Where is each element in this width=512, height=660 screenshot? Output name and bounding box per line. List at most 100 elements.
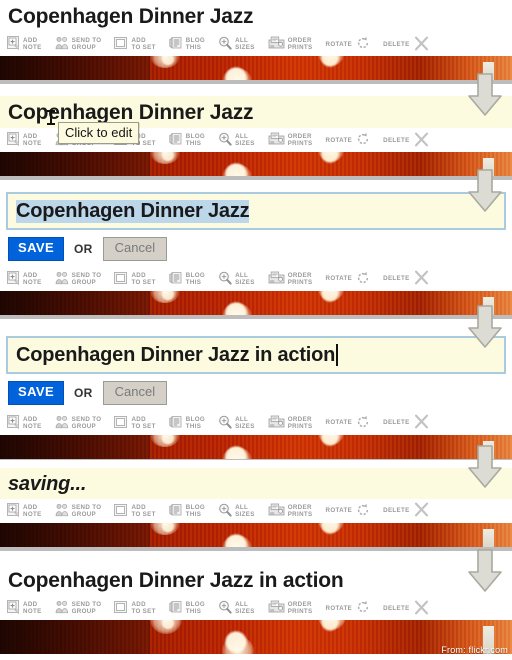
toolbar-order-prints-line1: ORDER [287,271,312,279]
title-edit-area-step3: Copenhagen Dinner Jazz [0,186,512,230]
toolbar-blog-this-line2: THIS [185,140,202,148]
photo-toolbar-step5[interactable]: ADD NOTE SEND TO GROUP ADD TO SET BLOG THIS [0,499,512,523]
toolbar-all-sizes-line2: SIZES [235,608,255,616]
toolbar-add-to-set[interactable]: ADDTO SET [114,271,155,287]
save-button[interactable]: SAVE [8,381,65,405]
or-label: OR [74,385,93,400]
toolbar-all-sizes-line1: ALL [235,415,249,423]
toolbar-blog-this[interactable]: BLOG THIS [169,271,205,287]
toolbar-add-note[interactable]: ADD NOTE [7,502,42,519]
save-button[interactable]: SAVE [8,237,65,261]
photo-glass-object [483,62,494,81]
toolbar-rotate[interactable]: ROTATE [326,36,371,52]
toolbar-order-prints[interactable]: ORDER PRINTS [268,415,313,431]
panel-separator [0,547,512,551]
toolbar-order-prints-line2: PRINTS [287,44,313,52]
toolbar-order-prints[interactable]: ORDER PRINTS [268,36,313,52]
toolbar-add-note[interactable]: ADD NOTE [7,414,42,431]
source-watermark: From: flickr.com [441,645,508,655]
add-note-icon [7,502,20,519]
all-sizes-icon [218,503,232,519]
toolbar-rotate[interactable]: ROTATE [326,271,371,287]
toolbar-add-note[interactable]: ADD NOTE [7,132,42,148]
toolbar-delete[interactable]: DELETE [383,600,429,617]
text-cursor-icon [47,110,55,125]
photo-thumbnail-strip-step1[interactable] [0,56,512,81]
toolbar-all-sizes[interactable]: ALL SIZES [218,600,255,616]
toolbar-add-note[interactable]: ADD NOTE [7,36,42,52]
toolbar-delete[interactable]: DELETE [383,36,429,53]
rotate-icon [356,415,370,431]
toolbar-delete-label: DELETE [383,136,410,144]
title-edit-input-step4[interactable]: Copenhagen Dinner Jazz in action [6,336,506,374]
toolbar-blog-this[interactable]: BLOG THIS [169,132,205,148]
toolbar-add-to-set[interactable]: ADD TO SET [114,36,155,52]
toolbar-send-to-group[interactable]: SEND TOGROUP [55,415,102,431]
toolbar-all-sizes[interactable]: ALL SIZES [218,132,255,148]
toolbar-send-to-group[interactable]: SEND TOGROUP [55,503,102,519]
toolbar-delete-label: DELETE [383,40,410,48]
photo-toolbar-step1[interactable]: ADD NOTE SEND TO GROUP ADD TO SET BLOG T… [0,32,512,57]
toolbar-blog-this[interactable]: BLOG THIS [169,415,205,431]
toolbar-delete[interactable]: DELETE [383,502,429,519]
add-note-icon [7,36,20,52]
photo-thumbnail-strip-step4[interactable] [0,434,512,459]
toolbar-rotate[interactable]: ROTATE [326,600,371,616]
toolbar-all-sizes[interactable]: ALL SIZES [218,271,255,287]
toolbar-delete[interactable]: DELETE [383,270,429,287]
toolbar-send-to-group[interactable]: SEND TOGROUP [55,600,102,616]
toolbar-order-prints-line1: ORDER [287,132,312,140]
toolbar-add-to-set[interactable]: ADDTO SET [114,503,155,519]
photo-thumbnail-strip-step5[interactable] [0,523,512,547]
toolbar-add-to-set-line1: ADD [131,600,146,608]
step-5-saving: saving... ADD NOTE SEND TO GROUP ADD TO SET [0,468,512,554]
toolbar-send-to-group[interactable]: SEND TOGROUP [55,271,102,287]
toolbar-order-prints[interactable]: ORDER PRINTS [268,271,313,287]
toolbar-all-sizes-line1: ALL [235,503,249,511]
toolbar-blog-this[interactable]: BLOG THIS [169,503,205,519]
photo-highlight [150,290,180,303]
toolbar-order-prints[interactable]: ORDER PRINTS [268,132,313,148]
photo-thumbnail-strip-step2[interactable] [0,152,512,177]
toolbar-add-note-line1: ADD [23,503,38,511]
toolbar-rotate-label: ROTATE [325,136,353,144]
toolbar-add-to-set[interactable]: ADDTO SET [114,600,155,616]
add-note-icon [7,414,20,431]
toolbar-add-to-set-line2: TO SET [131,422,156,430]
photo-toolbar-step4[interactable]: ADD NOTE SEND TO GROUP ADD TO SET BLOG THIS [0,410,512,435]
toolbar-add-note-line2: NOTE [23,278,42,286]
add-to-set-icon [114,600,128,616]
toolbar-rotate[interactable]: ROTATE [326,132,371,148]
toolbar-all-sizes[interactable]: ALL SIZES [218,415,255,431]
photo-toolbar-step3[interactable]: ADD NOTE SEND TO GROUP ADD TO SET BLOG THIS [0,266,512,291]
delete-icon [414,36,429,53]
toolbar-order-prints[interactable]: ORDER PRINTS [268,600,313,616]
photo-title-step6[interactable]: Copenhagen Dinner Jazz in action [0,564,512,597]
cancel-button[interactable]: Cancel [102,237,168,261]
toolbar-blog-this[interactable]: BLOG THIS [169,36,205,52]
photo-toolbar-step6[interactable]: ADD NOTE SEND TO GROUP ADD TO SET BLOG THIS [0,596,512,621]
toolbar-send-to-group[interactable]: SEND TO GROUP [55,36,102,52]
toolbar-blog-this[interactable]: BLOG THIS [169,600,205,616]
title-edit-input-step3[interactable]: Copenhagen Dinner Jazz [6,192,506,230]
order-prints-icon [268,600,285,616]
toolbar-delete-label: DELETE [383,275,410,283]
toolbar-delete[interactable]: DELETE [383,414,429,431]
toolbar-rotate[interactable]: ROTATE [326,415,371,431]
toolbar-rotate-label: ROTATE [325,419,353,427]
toolbar-add-note[interactable]: ADD NOTE [7,270,42,287]
toolbar-delete[interactable]: DELETE [383,132,429,149]
toolbar-add-note[interactable]: ADD NOTE [7,600,42,616]
toolbar-all-sizes[interactable]: ALL SIZES [218,503,255,519]
toolbar-add-to-set[interactable]: ADDTO SET [114,415,155,431]
photo-title-step1[interactable]: Copenhagen Dinner Jazz [0,0,512,33]
photo-thumbnail-strip-step6[interactable]: From: flickr.com [0,620,512,655]
send-to-group-icon [55,503,69,519]
toolbar-order-prints[interactable]: ORDER PRINTS [268,503,313,519]
photo-thumbnail-strip-step3[interactable] [0,290,512,315]
toolbar-rotate[interactable]: ROTATE [326,503,371,519]
toolbar-all-sizes[interactable]: ALL SIZES [218,36,255,52]
step-1-initial: Copenhagen Dinner Jazz ADD NOTE SEND TO [0,0,512,86]
cancel-button[interactable]: Cancel [102,381,168,405]
photo-glass-object [483,296,494,315]
